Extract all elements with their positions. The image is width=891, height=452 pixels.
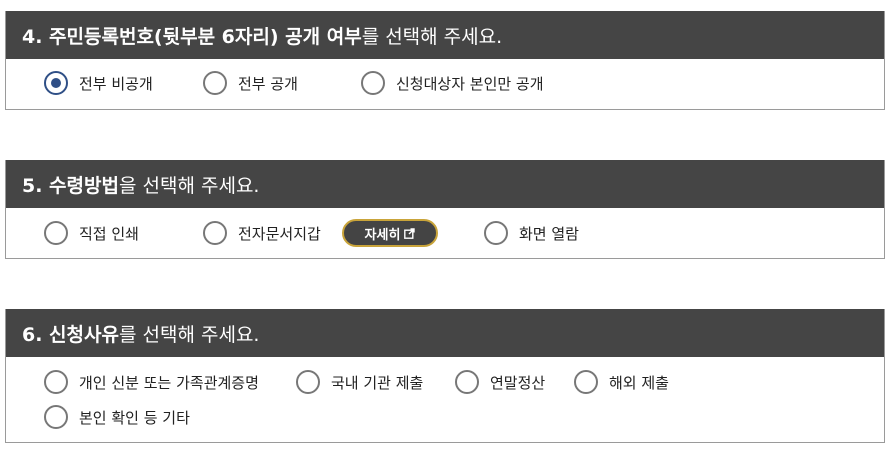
question-5-title: 5. 수령방법 <box>22 174 119 197</box>
option-label: 화면 열람 <box>519 224 579 243</box>
question-4-header: 4. 주민등록번호(뒷부분 6자리) 공개 여부 를 선택해 주세요. <box>6 11 884 59</box>
radio-unchecked-icon[interactable] <box>44 221 68 245</box>
question-5-title-suffix: 을 선택해 주세요. <box>118 174 260 197</box>
question-6-section: 6. 신청사유 를 선택해 주세요. 개인 신분 또는 가족관계증명 국내 기관 … <box>5 309 885 443</box>
radio-unchecked-icon[interactable] <box>484 221 508 245</box>
radio-option-all-public[interactable]: 전부 공개 <box>203 71 298 95</box>
option-label: 신청대상자 본인만 공개 <box>396 74 544 93</box>
option-label: 본인 확인 등 기타 <box>79 408 190 427</box>
question-5-header: 5. 수령방법 을 선택해 주세요. <box>6 160 884 208</box>
question-6-header: 6. 신청사유 를 선택해 주세요. <box>6 309 884 357</box>
question-4-title: 4. 주민등록번호(뒷부분 6자리) 공개 여부 <box>22 25 362 48</box>
question-5-section: 5. 수령방법 을 선택해 주세요. 직접 인쇄 전자문서지갑 자세히 화면 열람 <box>5 160 885 259</box>
question-6-title: 6. 신청사유 <box>22 323 119 346</box>
radio-option-identity-family[interactable]: 개인 신분 또는 가족관계증명 <box>44 370 259 394</box>
detail-button[interactable]: 자세히 <box>342 219 438 247</box>
option-label: 전자문서지갑 <box>238 224 321 243</box>
radio-unchecked-icon[interactable] <box>44 405 68 429</box>
option-label: 연말정산 <box>490 373 546 392</box>
radio-unchecked-icon[interactable] <box>203 221 227 245</box>
radio-unchecked-icon[interactable] <box>203 71 227 95</box>
radio-checked-icon[interactable] <box>44 71 68 95</box>
radio-option-domestic-institution[interactable]: 국내 기관 제출 <box>296 370 423 394</box>
radio-option-all-private[interactable]: 전부 비공개 <box>44 71 153 95</box>
option-label: 전부 비공개 <box>79 74 153 93</box>
radio-unchecked-icon[interactable] <box>296 370 320 394</box>
radio-option-e-document-wallet[interactable]: 전자문서지갑 <box>203 221 321 245</box>
option-label: 전부 공개 <box>238 74 298 93</box>
radio-unchecked-icon[interactable] <box>361 71 385 95</box>
radio-unchecked-icon[interactable] <box>574 370 598 394</box>
external-link-icon <box>404 227 416 239</box>
option-label: 국내 기관 제출 <box>331 373 424 392</box>
radio-option-year-end-tax[interactable]: 연말정산 <box>455 370 545 394</box>
radio-unchecked-icon[interactable] <box>44 370 68 394</box>
radio-option-self-only-public[interactable]: 신청대상자 본인만 공개 <box>361 71 544 95</box>
radio-option-overseas[interactable]: 해외 제출 <box>574 370 669 394</box>
question-4-title-suffix: 를 선택해 주세요. <box>361 25 503 48</box>
question-4-section: 4. 주민등록번호(뒷부분 6자리) 공개 여부 를 선택해 주세요. 전부 비공… <box>5 11 885 110</box>
radio-option-direct-print[interactable]: 직접 인쇄 <box>44 221 139 245</box>
option-label: 해외 제출 <box>609 373 669 392</box>
option-label: 직접 인쇄 <box>79 224 139 243</box>
radio-option-screen-view[interactable]: 화면 열람 <box>484 221 579 245</box>
radio-unchecked-icon[interactable] <box>455 370 479 394</box>
question-6-title-suffix: 를 선택해 주세요. <box>118 323 260 346</box>
radio-option-other[interactable]: 본인 확인 등 기타 <box>44 405 190 429</box>
option-label: 개인 신분 또는 가족관계증명 <box>79 373 259 392</box>
detail-button-label: 자세히 <box>364 227 401 243</box>
